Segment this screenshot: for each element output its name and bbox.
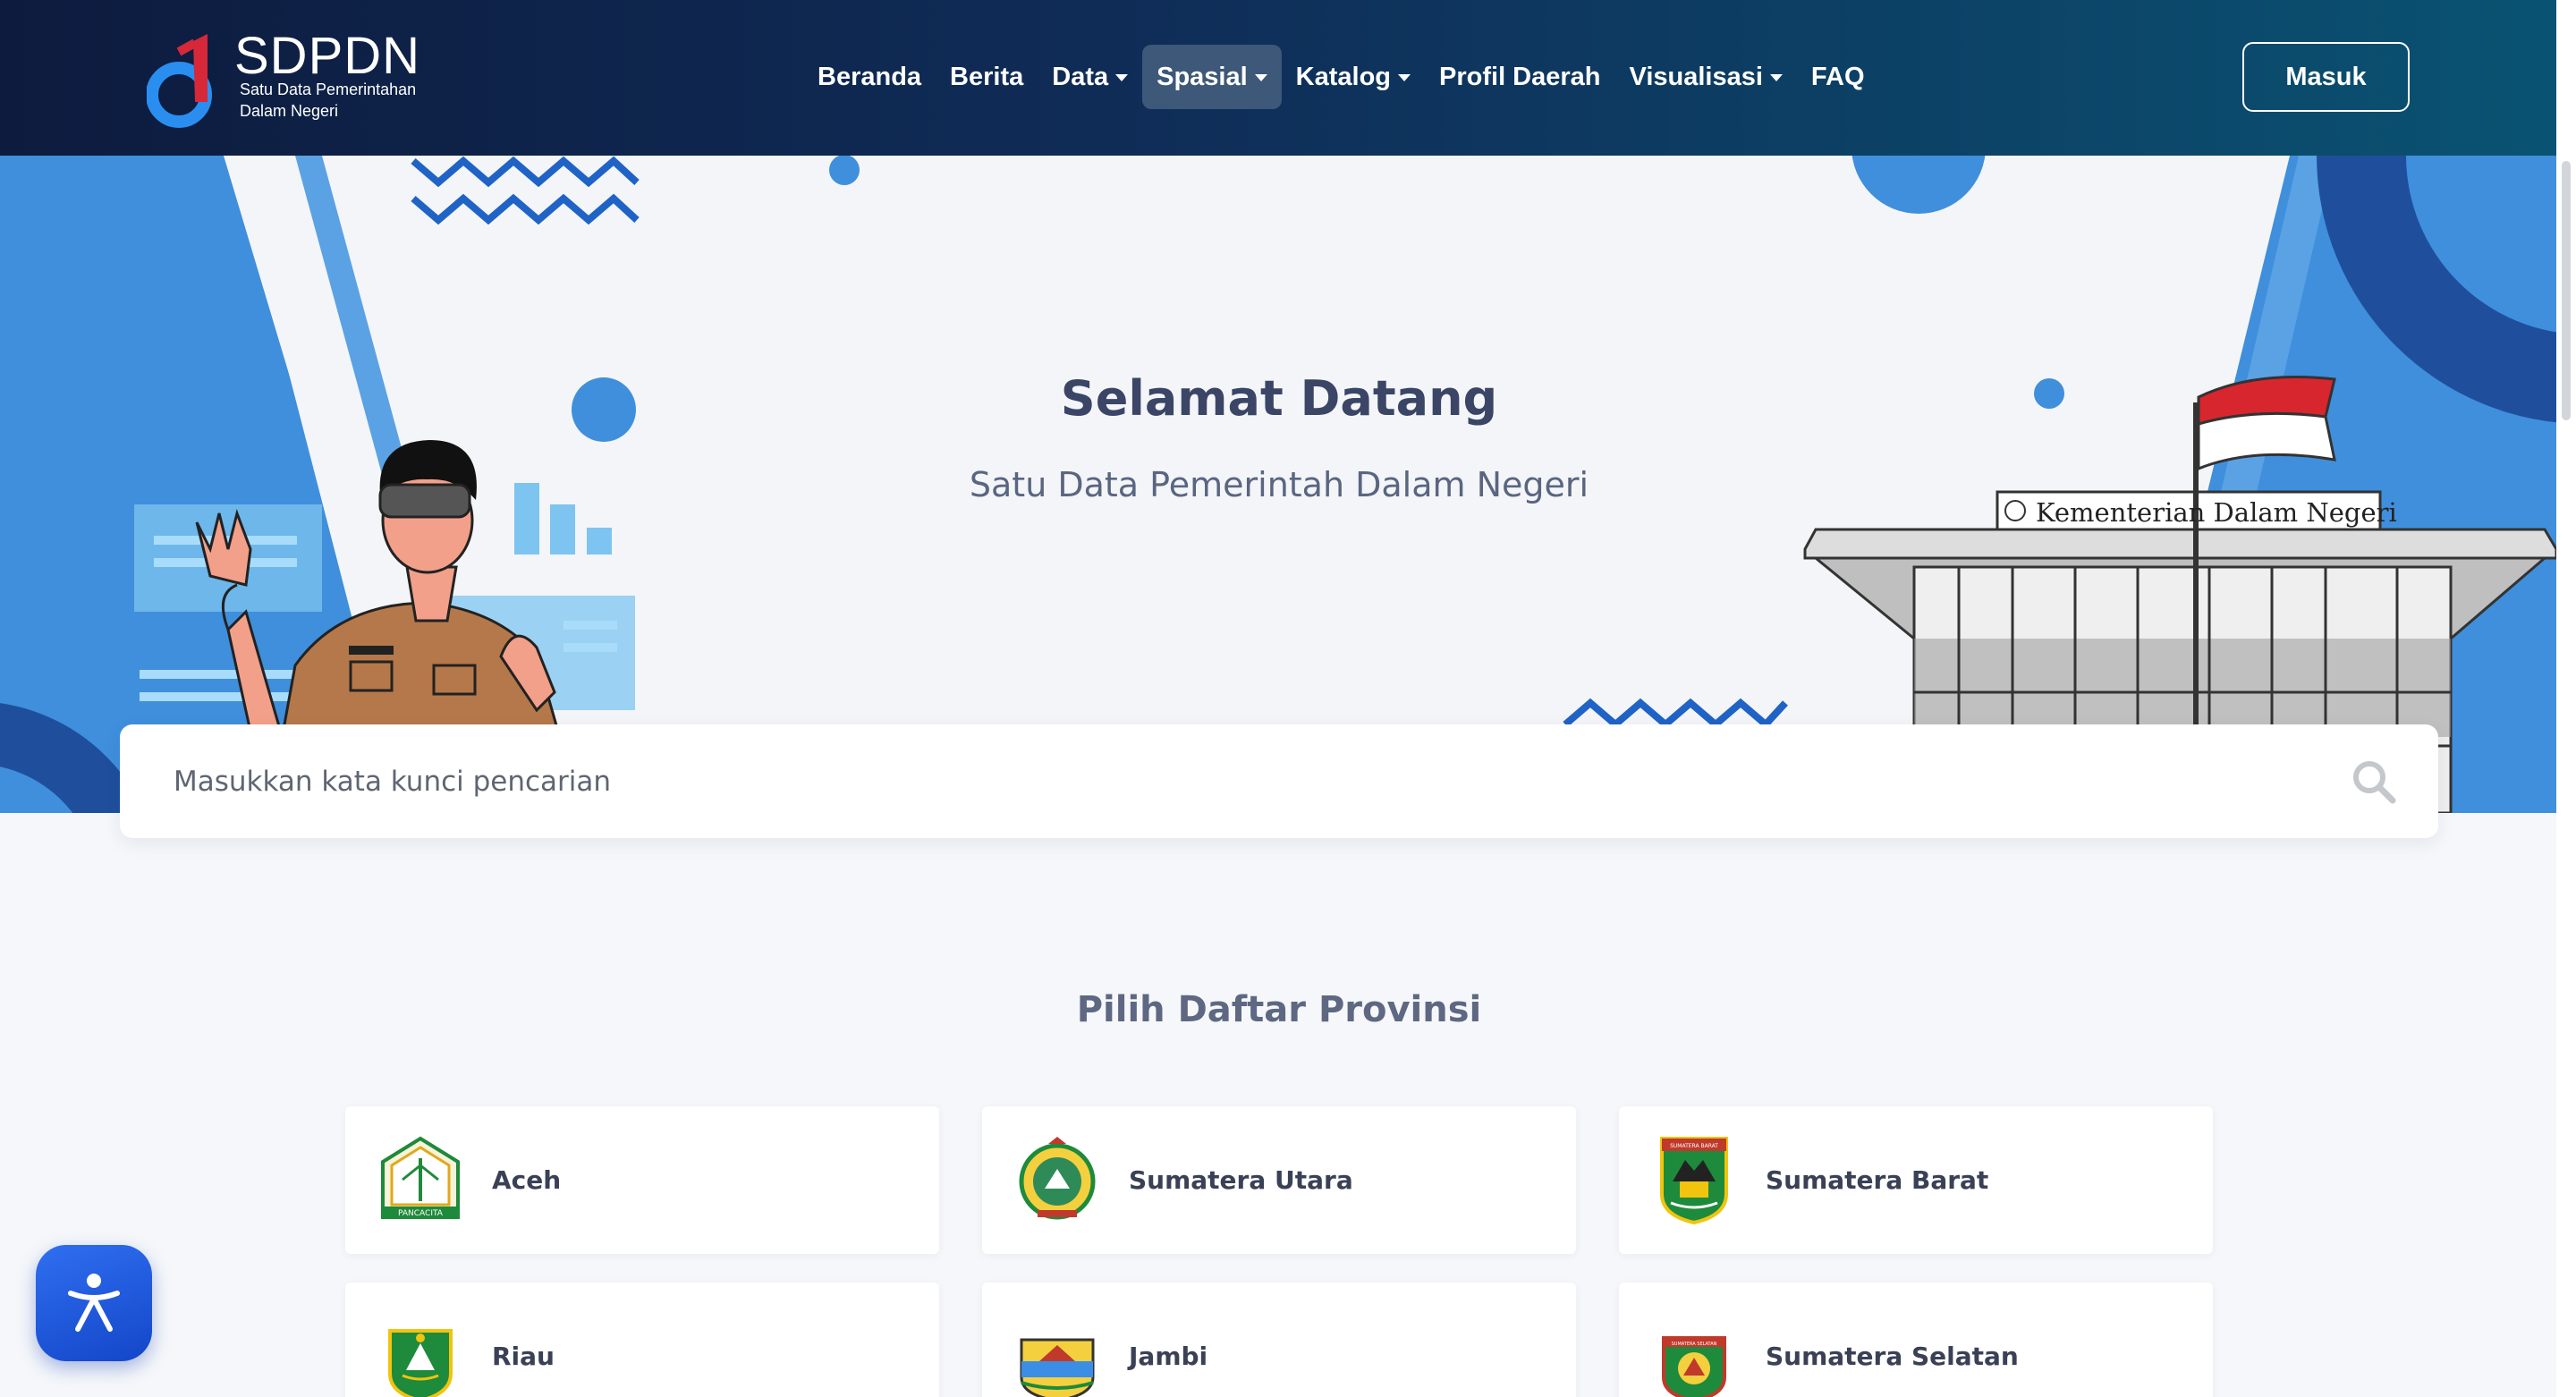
brand-title: SDPDN <box>234 27 421 85</box>
caret-down-icon <box>1769 74 1783 81</box>
nav-item-label: Berita <box>950 63 1024 91</box>
nav-item-visualisasi[interactable]: Visualisasi <box>1615 45 1797 109</box>
nav-item-label: Profil Daerah <box>1439 63 1601 91</box>
province-name: Aceh <box>492 1165 562 1195</box>
nav-item-spasial[interactable]: Spasial <box>1142 45 1282 109</box>
nav-item-profil-daerah[interactable]: Profil Daerah <box>1425 45 1615 109</box>
hero-zigzag <box>411 193 640 225</box>
riau-emblem-icon <box>388 1329 453 1397</box>
svg-text:SUMATERA SELATAN: SUMATERA SELATAN <box>1672 1342 1717 1347</box>
hero-title: Selamat Datang <box>1060 370 1498 427</box>
search-icon[interactable] <box>2351 758 2397 805</box>
sumatera-utara-emblem-icon <box>1019 1137 1096 1220</box>
province-card-jambi[interactable]: Jambi <box>982 1283 1576 1397</box>
province-name: Sumatera Selatan <box>1766 1342 2019 1371</box>
nav-item-label: Data <box>1052 63 1109 91</box>
hero-zigzag <box>1563 698 1788 730</box>
province-name: Riau <box>492 1342 555 1371</box>
province-section-title: Pilih Daftar Provinsi <box>1076 989 1482 1030</box>
hero-top-circle <box>1852 156 1986 214</box>
hero-zigzag <box>411 156 640 188</box>
search-input[interactable] <box>174 724 2320 838</box>
province-name: Sumatera Utara <box>1129 1165 1353 1195</box>
nav-item-label: Beranda <box>818 63 922 91</box>
province-card-sumatera-utara[interactable]: Sumatera Utara <box>982 1106 1576 1254</box>
province-card-sumatera-selatan[interactable]: SUMATERA SELATAN Sumatera Selatan <box>1619 1283 2213 1397</box>
brand-subtitle-line2: Dalam Negeri <box>240 102 339 120</box>
nav-item-label: Katalog <box>1295 63 1392 91</box>
login-button[interactable]: Masuk <box>2242 42 2410 112</box>
aceh-emblem-icon: PANCACITA <box>381 1136 460 1219</box>
hero-banner: Kementerian Dalam Negeri Selamat Datang … <box>0 156 2576 813</box>
svg-text:PANCACITA: PANCACITA <box>398 1209 444 1218</box>
province-card-riau[interactable]: Riau <box>345 1283 939 1397</box>
sumatera-barat-emblem-icon: SUMATERA BARAT <box>1660 1137 1728 1224</box>
province-card-sumatera-barat[interactable]: SUMATERA BARAT Sumatera Barat <box>1619 1106 2213 1254</box>
nav-item-label: Spasial <box>1157 63 1248 91</box>
province-name: Sumatera Barat <box>1766 1165 1989 1195</box>
navbar: SDPDN Satu Data Pemerintahan Dalam Neger… <box>0 0 2576 156</box>
nav-item-katalog[interactable]: Katalog <box>1282 45 1425 109</box>
hero-subtitle: Satu Data Pemerintah Dalam Negeri <box>969 465 1589 504</box>
nav-item-berita[interactable]: Berita <box>936 45 1038 109</box>
caret-down-icon <box>1398 74 1411 81</box>
main-nav: Beranda Berita Data Spasial Katalog Profil Da… <box>803 45 1879 109</box>
brand-subtitle: Satu Data Pemerintahan Dalam Negeri <box>240 79 472 122</box>
nav-item-beranda[interactable]: Beranda <box>803 45 936 109</box>
caret-down-icon <box>1254 74 1267 81</box>
page: SDPDN Satu Data Pemerintahan Dalam Neger… <box>0 0 2576 1397</box>
accessibility-icon <box>68 1274 120 1332</box>
brand-logo[interactable]: SDPDN Satu Data Pemerintahan Dalam Neger… <box>147 27 451 131</box>
nav-item-label: Visualisasi <box>1629 63 1763 91</box>
nav-item-data[interactable]: Data <box>1038 45 1142 109</box>
page-scrollbar[interactable] <box>2556 0 2576 1397</box>
province-card-aceh[interactable]: PANCACITA Aceh <box>345 1106 939 1254</box>
logo-mark-icon <box>147 34 212 128</box>
scrollbar-thumb[interactable] <box>2562 161 2571 420</box>
search-box <box>120 724 2438 838</box>
jambi-emblem-icon <box>1020 1338 1095 1397</box>
province-name: Jambi <box>1129 1342 1208 1371</box>
nav-item-label: FAQ <box>1810 63 1865 91</box>
accessibility-button[interactable] <box>36 1245 152 1361</box>
brand-subtitle-line1: Satu Data Pemerintahan <box>240 80 417 98</box>
caret-down-icon <box>1115 74 1129 81</box>
sumatera-selatan-emblem-icon: SUMATERA SELATAN <box>1662 1336 1726 1397</box>
hero-dot <box>829 156 860 185</box>
nav-item-faq[interactable]: FAQ <box>1797 45 1879 109</box>
svg-text:SUMATERA BARAT: SUMATERA BARAT <box>1670 1143 1718 1149</box>
